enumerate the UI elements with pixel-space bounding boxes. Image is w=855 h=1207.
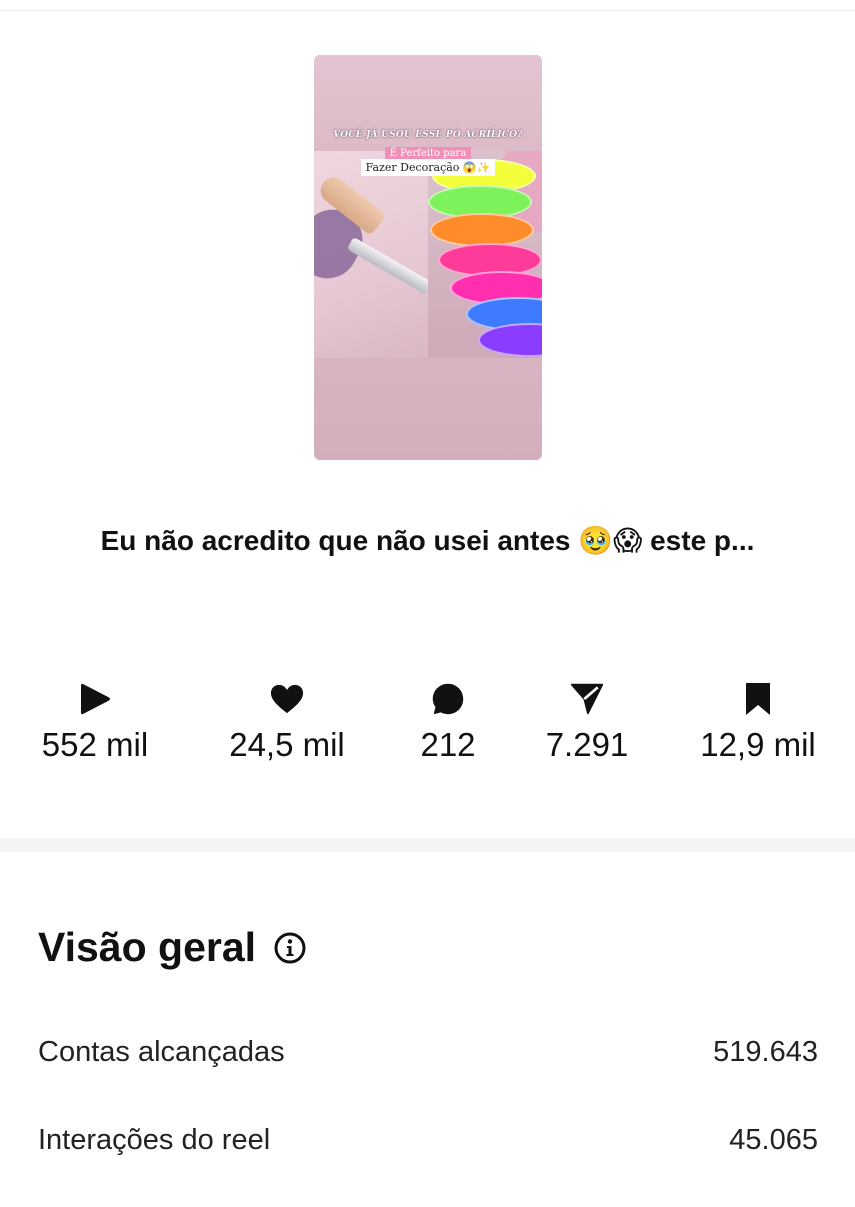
shares-count: 7.291: [545, 726, 629, 763]
heart-icon: [270, 680, 304, 718]
reel-thumbnail[interactable]: VOCÊ JÁ USOU ESSE PÓ ACRÍLICO? É Perfeit…: [314, 55, 542, 460]
stat-comments: 212: [413, 680, 483, 764]
reel-caption[interactable]: Eu não acredito que não usei antes 🥹😱 es…: [0, 524, 855, 557]
thumbnail-overlay-line3-text: Fazer Decoração 😱✨: [360, 159, 496, 176]
play-icon: [78, 680, 112, 718]
metric-label: Interações do reel: [38, 1124, 271, 1156]
saves-count: 12,9 mil: [700, 726, 816, 763]
metric-label: Contas alcançadas: [38, 1036, 285, 1068]
thumbnail-overlay-line3: Fazer Decoração 😱✨: [314, 156, 542, 176]
powder-jar-orange: [430, 213, 534, 247]
thumbnail-overlay-line1: VOCÊ JÁ USOU ESSE PÓ ACRÍLICO?: [333, 130, 523, 140]
bookmark-icon: [741, 680, 775, 718]
stat-likes: 24,5 mil: [221, 680, 353, 764]
overview-title: Visão geral: [38, 924, 257, 970]
comments-count: 212: [420, 726, 476, 763]
send-icon: [570, 680, 604, 718]
info-icon[interactable]: [274, 932, 306, 964]
photo-left-pane: [314, 151, 434, 358]
photo-right-pane: [428, 151, 542, 358]
stat-shares: 7.291: [540, 680, 634, 764]
metric-value: 519.643: [713, 1036, 818, 1068]
nail-tool-shape: [346, 236, 434, 296]
powder-jar-purple: [478, 323, 542, 357]
thumbnail-photo: [314, 151, 542, 358]
metric-row-reel-interactions[interactable]: Interações do reel 45.065: [38, 1124, 818, 1157]
top-divider: [0, 0, 855, 11]
likes-count: 24,5 mil: [229, 726, 345, 763]
comment-icon: [431, 680, 465, 718]
stat-plays: 552 mil: [34, 680, 156, 764]
overview-header: Visão geral: [38, 924, 306, 971]
metric-row-accounts-reached[interactable]: Contas alcançadas 519.643: [38, 1036, 818, 1069]
metric-value: 45.065: [729, 1124, 818, 1156]
thumbnail-bottom-band: [314, 358, 542, 460]
plays-count: 552 mil: [41, 726, 149, 763]
stat-saves: 12,9 mil: [694, 680, 822, 764]
section-divider: [0, 838, 855, 852]
